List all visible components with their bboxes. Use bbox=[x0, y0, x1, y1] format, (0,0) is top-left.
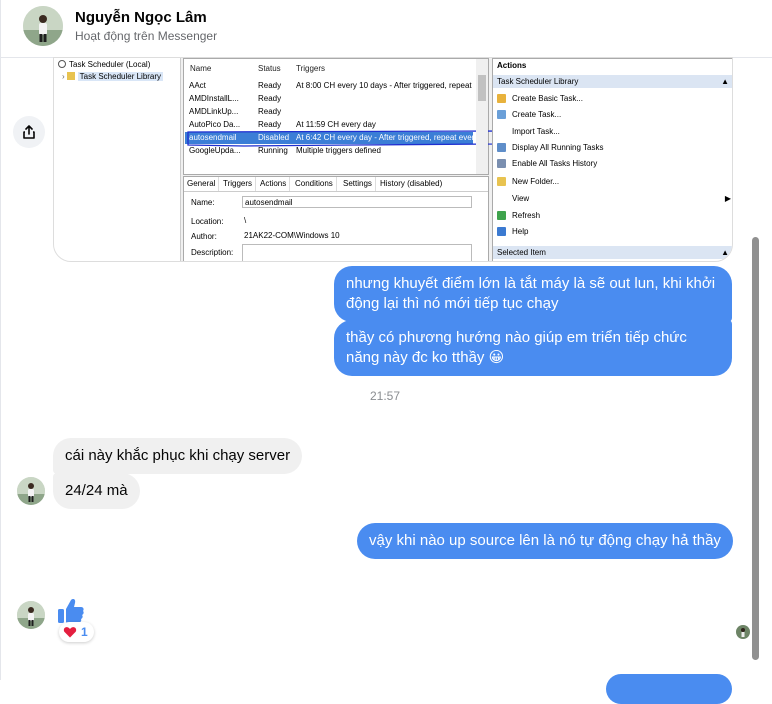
actions-pane: Actions Task Scheduler Library ▲ Create … bbox=[492, 58, 732, 261]
folder-icon bbox=[66, 72, 75, 80]
timestamp: 21:57 bbox=[370, 389, 401, 403]
message-outgoing[interactable]: thầy có phương hướng nào giúp em triển t… bbox=[334, 320, 732, 376]
task-properties: General Triggers Actions Conditions Sett… bbox=[183, 176, 489, 261]
task-tree: Task Scheduler (Local) › Task Scheduler L… bbox=[54, 58, 181, 261]
field-label: Author: bbox=[191, 232, 217, 241]
task-icon bbox=[497, 110, 506, 119]
task-list: Name Status Triggers AAct Ready At 8:00 … bbox=[183, 58, 497, 175]
help-icon bbox=[497, 227, 506, 236]
action-item: New Folder... bbox=[497, 175, 559, 188]
location-value: \ bbox=[244, 216, 247, 225]
tab-history: History (disabled) bbox=[380, 179, 443, 188]
shared-image[interactable]: Task Scheduler (Local) › Task Scheduler L… bbox=[53, 57, 733, 262]
pen-highlight bbox=[187, 130, 497, 147]
message-outgoing[interactable]: vậy khi nào up source lên là nó tự động … bbox=[357, 523, 733, 559]
table-row: AAct Ready At 8:00 CH every 10 days - Af… bbox=[189, 81, 474, 90]
description-field bbox=[242, 244, 472, 261]
history-icon bbox=[497, 159, 506, 168]
name-field: autosendmail bbox=[242, 196, 472, 208]
avatar[interactable] bbox=[23, 6, 63, 46]
reaction-count: 1 bbox=[81, 625, 88, 639]
action-item: Enable All Tasks History bbox=[497, 157, 597, 170]
message-outgoing[interactable]: nhưng khuyết điểm lớn là tắt máy là sẽ o… bbox=[334, 266, 732, 322]
field-label: Location: bbox=[191, 217, 224, 226]
seen-avatar bbox=[736, 625, 750, 639]
message-outgoing-partial[interactable] bbox=[606, 674, 732, 704]
column-header: Name bbox=[190, 64, 212, 73]
tree-item-root: Task Scheduler (Local) bbox=[58, 59, 150, 70]
action-item: Display All Running Tasks bbox=[497, 141, 603, 154]
column-header: Triggers bbox=[296, 64, 326, 73]
heart-icon bbox=[63, 627, 77, 638]
task-icon bbox=[497, 94, 506, 103]
table-row: AMDInstallL... Ready bbox=[189, 94, 282, 103]
tab-actions: Actions bbox=[257, 177, 291, 191]
message-incoming[interactable]: cái này khắc phục khi chạy server bbox=[53, 438, 303, 474]
table-row: AMDLinkUp... Ready bbox=[189, 107, 282, 116]
blank-icon bbox=[497, 127, 506, 136]
action-item: Help bbox=[497, 225, 528, 238]
field-label: Description: bbox=[191, 248, 234, 257]
column-header: Status bbox=[258, 64, 281, 73]
blank-icon bbox=[497, 194, 506, 203]
tab-triggers: Triggers bbox=[220, 177, 257, 191]
actions-section: Task Scheduler Library ▲ bbox=[493, 75, 732, 88]
reaction-badge[interactable]: 1 bbox=[59, 622, 94, 642]
tab-conditions: Conditions bbox=[292, 177, 337, 191]
tree-item-library: › Task Scheduler Library bbox=[62, 72, 164, 81]
refresh-icon bbox=[497, 211, 506, 220]
submenu-arrow-icon: ▶ bbox=[724, 194, 731, 203]
action-item: Create Task... bbox=[497, 108, 561, 121]
action-item: Create Basic Task... bbox=[497, 92, 583, 105]
share-icon bbox=[23, 125, 35, 139]
avatar[interactable] bbox=[17, 601, 45, 629]
clock-icon bbox=[58, 60, 66, 68]
collapse-icon: ▲ bbox=[721, 77, 729, 86]
actions-title: Actions bbox=[497, 61, 527, 70]
chat-window: Nguyễn Ngọc Lâm Hoạt động trên Messenger… bbox=[0, 0, 772, 704]
action-item: Refresh bbox=[497, 209, 540, 222]
share-button[interactable] bbox=[13, 116, 45, 148]
contact-status: Hoạt động trên Messenger bbox=[75, 29, 218, 43]
list-icon bbox=[497, 143, 506, 152]
action-item: Import Task... bbox=[497, 125, 560, 138]
tab-settings: Settings bbox=[340, 177, 376, 191]
avatar[interactable] bbox=[17, 477, 45, 505]
scrollbar[interactable] bbox=[752, 237, 759, 660]
selected-item-section: Selected Item ▲ bbox=[493, 246, 732, 259]
scrollbar[interactable] bbox=[476, 59, 488, 174]
message-incoming[interactable]: 24/24 mà bbox=[53, 473, 140, 509]
folder-icon bbox=[497, 177, 506, 186]
tab-general: General bbox=[184, 177, 220, 191]
chat-header: Nguyễn Ngọc Lâm Hoạt động trên Messenger bbox=[1, 0, 772, 58]
collapse-icon: ▲ bbox=[721, 248, 729, 257]
contact-name[interactable]: Nguyễn Ngọc Lâm bbox=[75, 9, 207, 26]
field-label: Name: bbox=[191, 198, 215, 207]
author-value: 21AK22-COM\Windows 10 bbox=[244, 231, 340, 240]
action-item: View ▶ bbox=[497, 192, 731, 205]
